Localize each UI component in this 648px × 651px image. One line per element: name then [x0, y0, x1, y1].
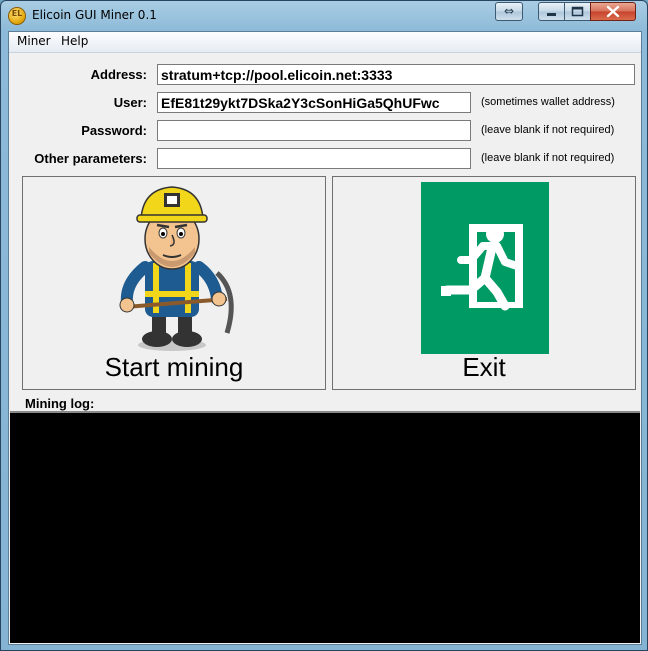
mining-log-label: Mining log:: [25, 396, 95, 411]
other-parameters-input[interactable]: [157, 148, 471, 169]
other-parameters-hint: (leave blank if not required): [481, 152, 615, 164]
start-mining-label: Start mining: [104, 352, 244, 382]
start-mining-button[interactable]: Start mining: [22, 176, 326, 390]
user-input[interactable]: [157, 92, 471, 113]
exit-button[interactable]: Exit: [332, 176, 636, 390]
exit-label: Exit: [462, 352, 506, 382]
user-hint: (sometimes wallet address): [481, 96, 615, 108]
menu-bar: Miner Help: [9, 32, 641, 53]
resize-arrows-button[interactable]: ⇔: [495, 2, 523, 21]
window-title: Elicoin GUI Miner 0.1: [32, 8, 157, 22]
menu-miner[interactable]: Miner: [14, 34, 54, 48]
app-coin-icon: EL: [9, 8, 25, 24]
close-icon: [606, 5, 620, 18]
user-label: User:: [113, 95, 147, 110]
address-input[interactable]: [157, 64, 635, 85]
other-parameters-label: Other parameters:: [34, 151, 147, 166]
maximize-button[interactable]: [564, 2, 591, 21]
maximize-icon: [571, 6, 584, 17]
exit-sign-icon: [421, 182, 549, 354]
password-hint: (leave blank if not required): [481, 124, 615, 136]
close-button[interactable]: [590, 2, 636, 21]
minimize-icon: [547, 13, 556, 16]
client-area: Miner Help Address: User: (sometimes wal…: [8, 31, 642, 645]
mining-log-console[interactable]: [10, 411, 640, 643]
miner-icon: [119, 186, 234, 351]
minimize-button[interactable]: [538, 2, 565, 21]
menu-help[interactable]: Help: [58, 34, 91, 48]
title-bar[interactable]: EL Elicoin GUI Miner 0.1 ⇔: [1, 1, 647, 31]
app-window: EL Elicoin GUI Miner 0.1 ⇔ Miner Help Ad…: [0, 0, 648, 651]
address-label: Address:: [90, 67, 147, 82]
password-label: Password:: [81, 123, 147, 138]
password-input[interactable]: [157, 120, 471, 141]
